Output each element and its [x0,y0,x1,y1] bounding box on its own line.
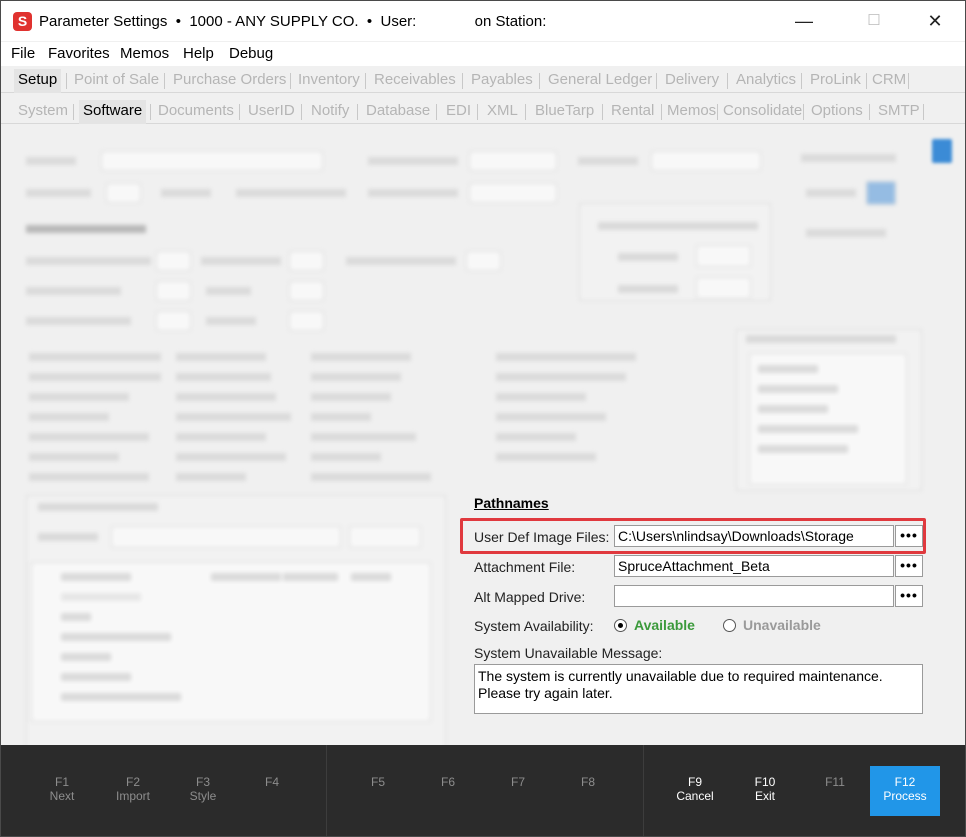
tab-receivables[interactable]: Receivables [374,71,456,88]
f8-button[interactable]: F8 [553,766,623,816]
sub-tab-bar: System Software Documents UserID Notify … [1,98,965,124]
function-key-bar: F1 Next F2 Import F3 Style F4 F5 F6 F7 F8 F… [1,745,965,836]
menu-help[interactable]: Help [183,45,214,62]
subtab-smtp[interactable]: SMTP [878,102,920,119]
subtab-consolidate[interactable]: Consolidate [723,102,802,119]
subtab-database[interactable]: Database [366,102,430,119]
f11-button[interactable]: F11 [800,766,870,816]
tab-crm[interactable]: CRM [872,71,906,88]
tab-general-ledger[interactable]: General Ledger [548,71,652,88]
f7-button[interactable]: F7 [483,766,553,816]
unavailable-message-textarea[interactable]: The system is currently unavailable due … [474,664,923,714]
tab-payables[interactable]: Payables [471,71,533,88]
window-title: Parameter Settings • 1000 - ANY SUPPLY C… [39,13,547,30]
alt-mapped-drive-label: Alt Mapped Drive: [474,589,586,605]
attachment-file-label: Attachment File: [474,559,576,575]
main-tab-bar: Setup Point of Sale Purchase Orders Inve… [1,67,965,93]
subtab-documents[interactable]: Documents [158,102,234,119]
subtab-memos[interactable]: Memos [667,102,716,119]
subtab-userid[interactable]: UserID [248,102,295,119]
f10-exit-button[interactable]: F10 Exit [730,766,800,816]
unavailable-label[interactable]: Unavailable [743,617,821,633]
close-icon[interactable]: ✕ [912,1,958,41]
side-panel-button[interactable] [932,139,952,163]
f12-process-button[interactable]: F12 Process [870,766,940,816]
menu-memos[interactable]: Memos [120,45,169,62]
f2-import-button[interactable]: F2 Import [98,766,168,816]
tab-prolink[interactable]: ProLink [810,71,861,88]
menu-favorites[interactable]: Favorites [48,45,110,62]
minimize-icon[interactable]: — [781,1,827,41]
tab-purchase-orders[interactable]: Purchase Orders [173,71,286,88]
subtab-edi[interactable]: EDI [446,102,471,119]
tab-analytics[interactable]: Analytics [736,71,796,88]
app-logo-icon: S [13,12,32,31]
unavailable-message-label: System Unavailable Message: [474,645,663,661]
subtab-system[interactable]: System [18,102,68,119]
alt-mapped-drive-field[interactable] [614,585,894,607]
tab-delivery[interactable]: Delivery [665,71,719,88]
subtab-options[interactable]: Options [811,102,863,119]
f6-button[interactable]: F6 [413,766,483,816]
browse-alt-drive-button[interactable]: ••• [895,585,923,607]
tab-point-of-sale[interactable]: Point of Sale [74,71,159,88]
parameter-settings-window: S Parameter Settings • 1000 - ANY SUPPLY… [0,0,966,837]
subtab-software[interactable]: Software [79,100,147,124]
f3-style-button[interactable]: F3 Style [168,766,238,816]
title-bar: S Parameter Settings • 1000 - ANY SUPPLY… [1,1,965,41]
system-availability-label: System Availability: [474,618,594,634]
menu-bar: File Favorites Memos Help Debug [1,42,965,66]
menu-debug[interactable]: Debug [229,45,273,62]
highlight-box [460,518,926,554]
f4-button[interactable]: F4 [237,766,307,816]
subtab-rental[interactable]: Rental [611,102,654,119]
tab-inventory[interactable]: Inventory [298,71,360,88]
unavailable-radio[interactable] [723,619,736,632]
pathnames-title: Pathnames [474,495,549,511]
subtab-xml[interactable]: XML [487,102,518,119]
f1-next-button[interactable]: F1 Next [27,766,97,816]
menu-file[interactable]: File [11,45,35,62]
subtab-bluetarp[interactable]: BlueTarp [535,102,594,119]
tab-setup[interactable]: Setup [14,69,62,93]
available-radio[interactable] [614,619,627,632]
attachment-file-field[interactable]: SpruceAttachment_Beta [614,555,894,577]
f9-cancel-button[interactable]: F9 Cancel [660,766,730,816]
available-label[interactable]: Available [634,617,695,633]
maximize-icon[interactable]: ☐ [851,1,897,41]
f5-button[interactable]: F5 [343,766,413,816]
subtab-notify[interactable]: Notify [311,102,349,119]
browse-attachment-button[interactable]: ••• [895,555,923,577]
